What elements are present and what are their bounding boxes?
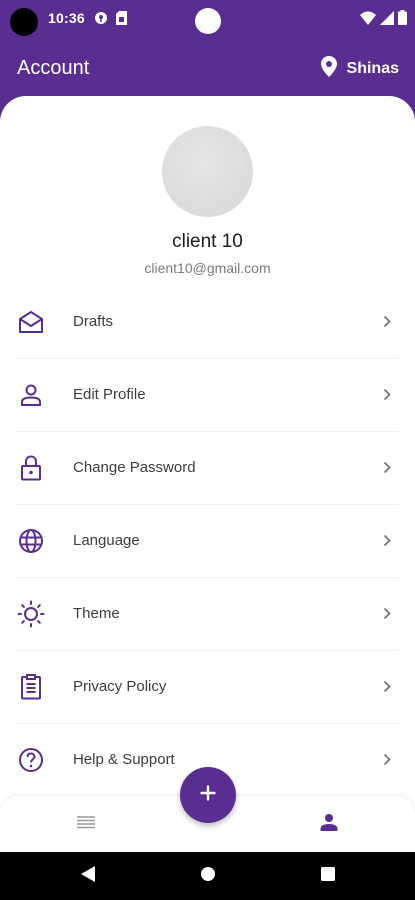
menu-list-icon — [76, 814, 96, 835]
menu-item-label: Edit Profile — [73, 386, 146, 403]
location-selector[interactable]: Shinas — [320, 56, 399, 82]
menu-item-theme[interactable]: Theme — [0, 577, 415, 650]
page-title: Account — [17, 57, 90, 79]
account-screen: 10:36 Account Shinas client 10 client10@… — [0, 0, 415, 900]
chevron-right-icon — [381, 753, 393, 767]
system-recents-button[interactable] — [318, 866, 338, 886]
menu-item-privacy-policy[interactable]: Privacy Policy — [0, 650, 415, 723]
add-button[interactable] — [180, 767, 236, 823]
menu-item-label: Theme — [73, 605, 120, 622]
menu-item-edit-profile[interactable]: Edit Profile — [0, 358, 415, 431]
status-icons-right — [360, 10, 407, 30]
system-navigation-bar — [0, 852, 415, 900]
recents-icon — [320, 866, 336, 887]
status-icons-left — [94, 10, 127, 30]
wifi-icon — [360, 11, 376, 30]
profile-icon — [320, 813, 338, 836]
sun-icon — [17, 600, 45, 628]
camera-cutout — [10, 8, 38, 36]
system-home-button[interactable] — [198, 866, 218, 886]
account-menu: Drafts Edit Profile Change Password Lang… — [0, 285, 415, 796]
back-icon — [80, 865, 96, 888]
menu-item-label: Drafts — [73, 313, 114, 330]
battery-icon — [398, 10, 407, 30]
home-icon — [200, 866, 216, 887]
menu-item-drafts[interactable]: Drafts — [0, 285, 415, 358]
menu-item-label: Privacy Policy — [73, 678, 167, 695]
system-back-button[interactable] — [78, 865, 98, 888]
chevron-right-icon — [381, 461, 393, 475]
chevron-right-icon — [381, 315, 393, 329]
menu-item-label: Change Password — [73, 459, 196, 476]
menu-item-language[interactable]: Language — [0, 504, 415, 577]
location-label: Shinas — [346, 60, 399, 77]
vpn-key-icon — [94, 11, 108, 30]
globe-icon — [17, 527, 45, 555]
chevron-right-icon — [381, 607, 393, 621]
menu-item-change-password[interactable]: Change Password — [0, 431, 415, 504]
status-time: 10:36 — [48, 10, 85, 26]
profile-name: client 10 — [172, 231, 243, 252]
clipboard-icon — [17, 673, 45, 701]
chevron-right-icon — [381, 680, 393, 694]
location-pin-icon — [320, 56, 337, 82]
profile-email: client10@gmail.com — [144, 260, 271, 276]
plus-icon — [200, 784, 216, 806]
avatar[interactable] — [162, 126, 253, 217]
nav-profile-button[interactable] — [315, 812, 343, 836]
status-bar: 10:36 — [0, 0, 415, 40]
menu-item-label: Help & Support — [73, 751, 175, 768]
envelope-open-icon — [17, 308, 45, 336]
app-bar: Account Shinas — [0, 40, 415, 100]
chevron-right-icon — [381, 388, 393, 402]
chevron-right-icon — [381, 534, 393, 548]
content-sheet: client 10 client10@gmail.com Drafts Edit… — [0, 96, 415, 854]
signal-icon — [380, 10, 394, 30]
nav-menu-button[interactable] — [72, 812, 100, 836]
person-icon — [17, 381, 45, 409]
lock-icon — [17, 454, 45, 482]
sim-card-icon — [116, 10, 127, 30]
menu-item-label: Language — [73, 532, 140, 549]
front-camera — [195, 8, 221, 34]
help-circle-icon — [17, 746, 45, 774]
